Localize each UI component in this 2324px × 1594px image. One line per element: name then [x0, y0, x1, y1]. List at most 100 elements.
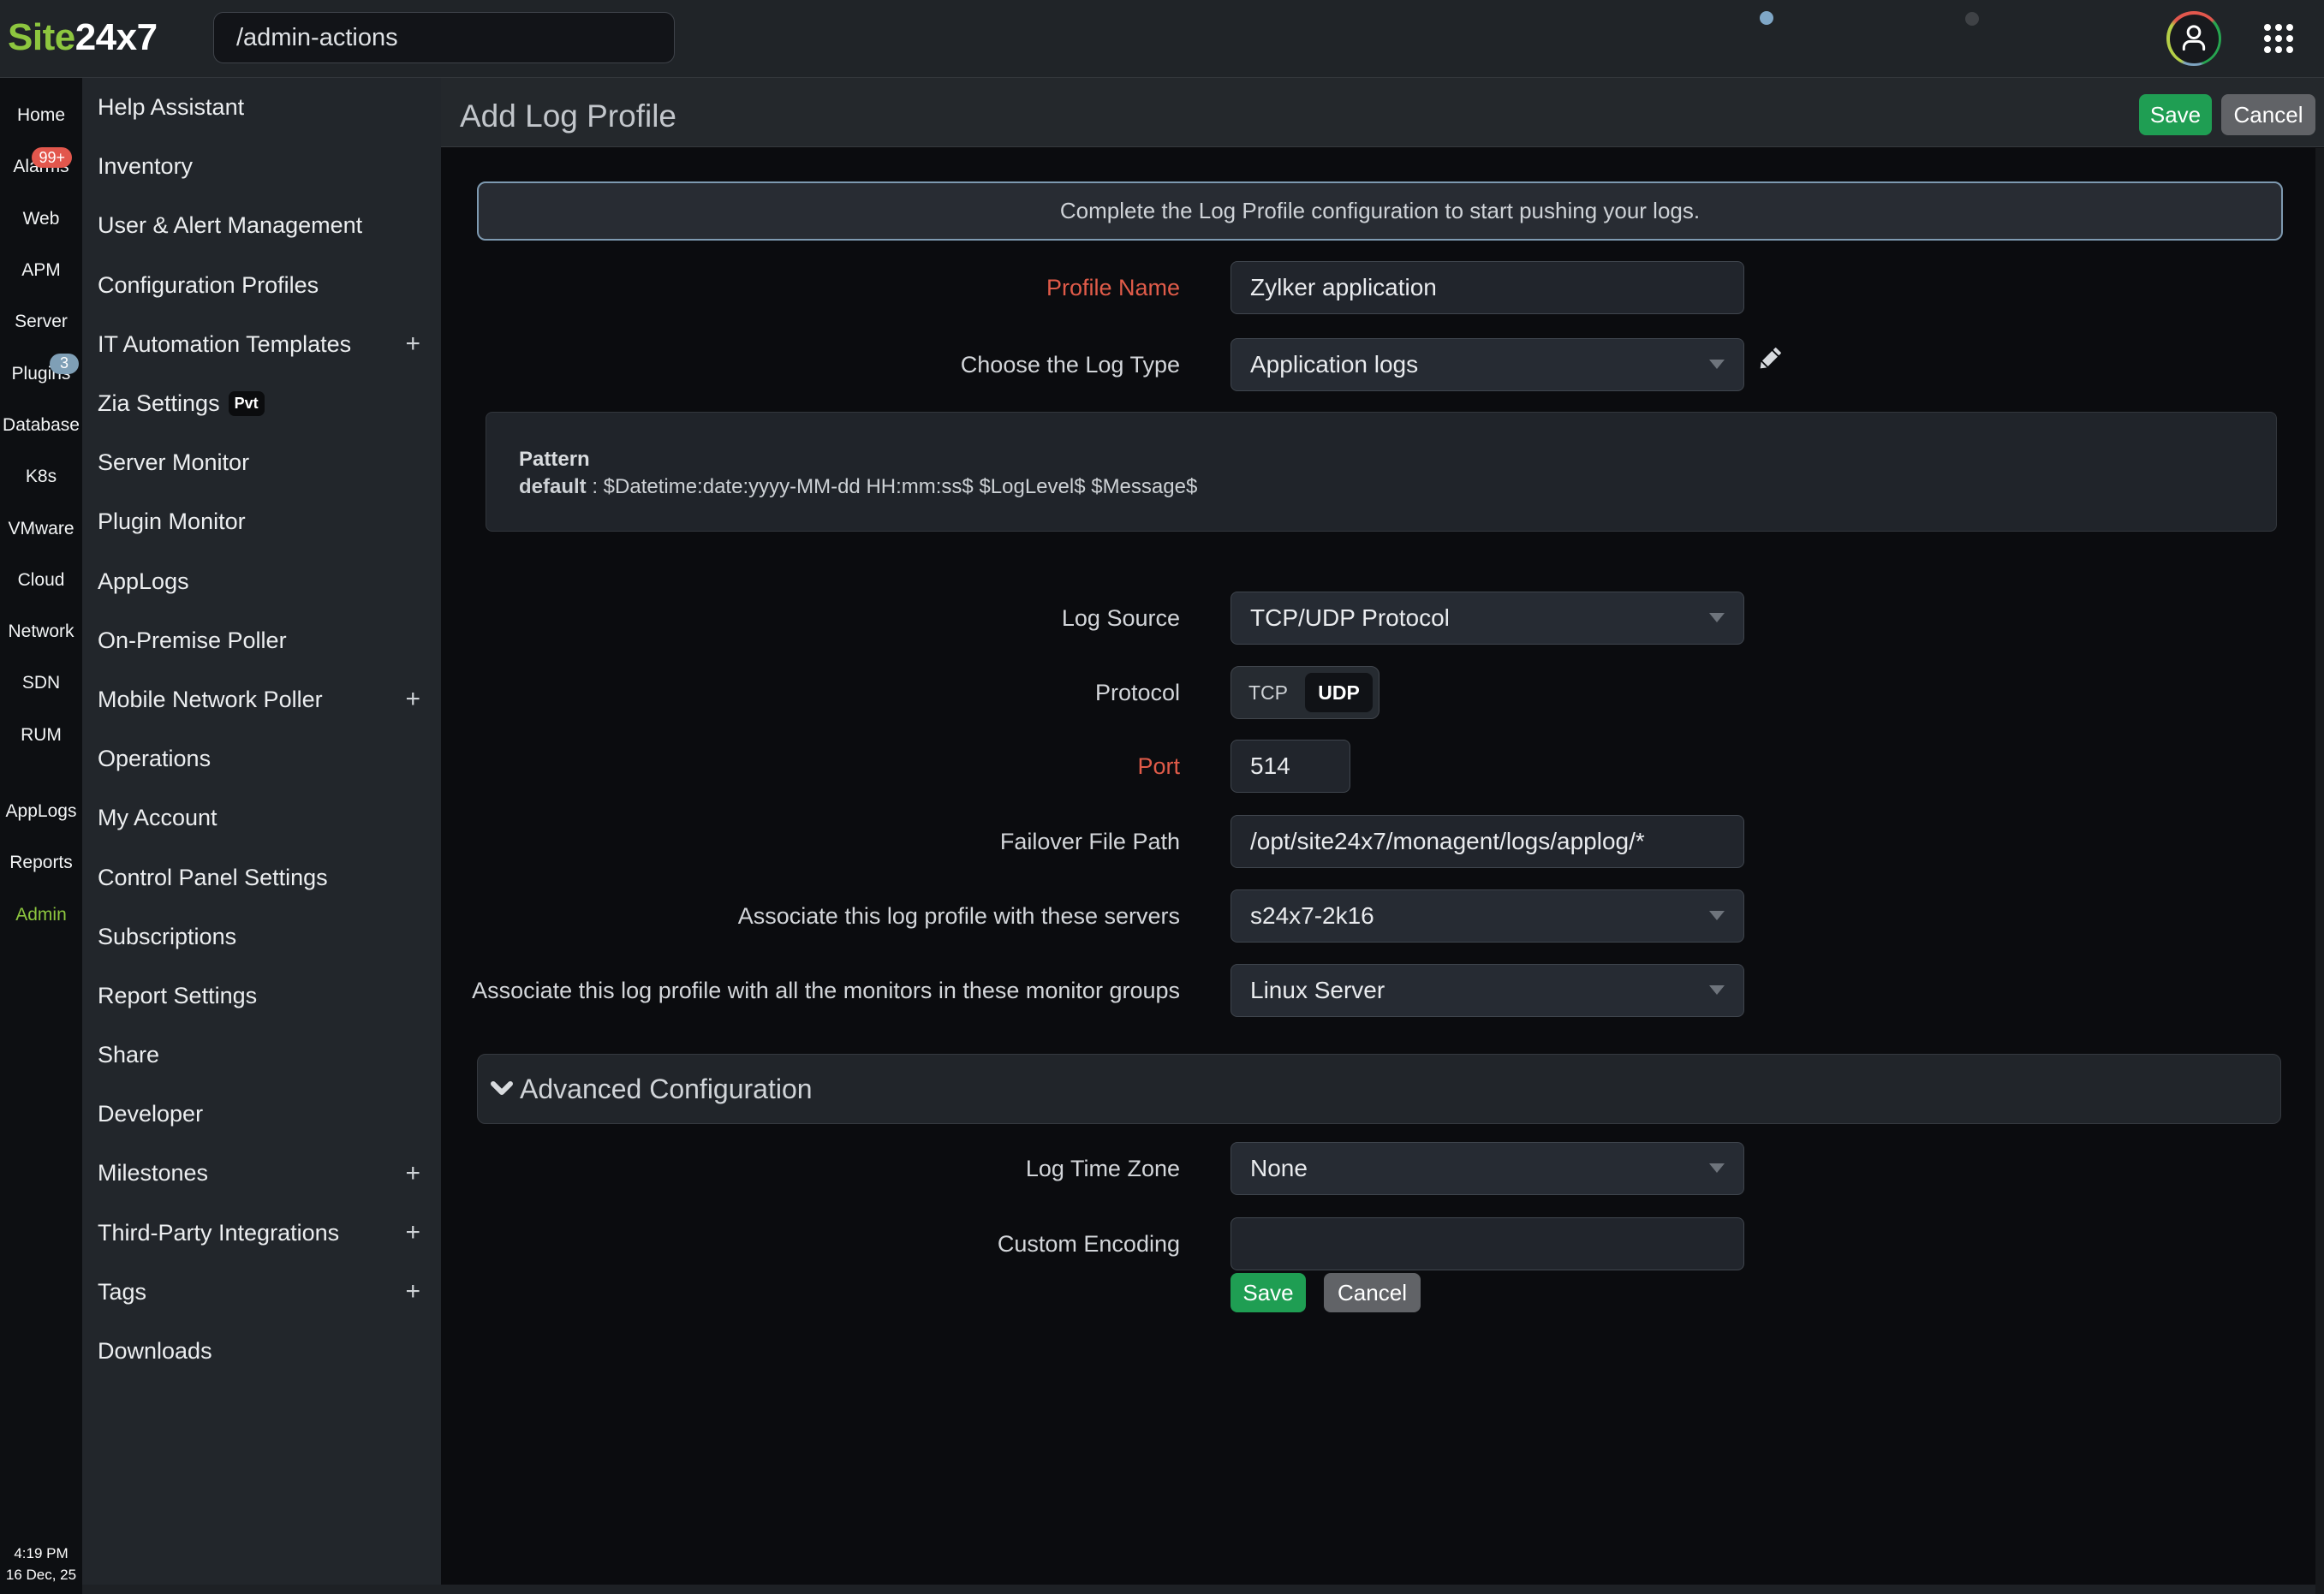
admin-menu-report-settings[interactable]: Report Settings — [82, 967, 441, 1026]
field-label-failover-file-path: Failover File Path — [1000, 815, 1180, 868]
primary-nav-label: Network — [8, 622, 74, 642]
primary-nav-reports[interactable]: Reports — [0, 837, 82, 889]
input-failover-file-path[interactable]: /opt/site24x7/monagent/logs/applog/* — [1231, 815, 1744, 868]
search-input[interactable]: /admin-actions — [213, 12, 675, 63]
info-banner-text: Complete the Log Profile configuration t… — [1060, 198, 1700, 224]
field-label-profile-name: Profile Name — [1046, 261, 1180, 314]
chevron-down-icon — [1709, 613, 1725, 622]
primary-nav-label: Web — [23, 209, 60, 229]
primary-nav-sdn[interactable]: SDN — [0, 657, 82, 709]
search-value: /admin-actions — [236, 24, 398, 52]
select-log-type[interactable]: Application logs — [1231, 338, 1744, 391]
primary-nav-web[interactable]: Web — [0, 193, 82, 245]
expand-plus-icon[interactable]: + — [405, 1218, 420, 1247]
cancel-button-top[interactable]: Cancel — [2221, 94, 2315, 135]
input-port[interactable]: 514 — [1231, 740, 1350, 793]
admin-menu-it-automation-templates[interactable]: IT Automation Templates + — [82, 315, 441, 374]
input-custom-encoding[interactable] — [1231, 1217, 1744, 1270]
input-profile-name[interactable]: Zylker application — [1231, 261, 1744, 314]
primary-nav-admin[interactable]: Admin — [0, 889, 82, 940]
admin-menu-label: Operations — [98, 746, 211, 772]
admin-menu-label: On-Premise Poller — [98, 627, 287, 654]
primary-nav-alarms[interactable]: Alarms99+ — [0, 141, 82, 193]
field-label-log-time-zone: Log Time Zone — [1026, 1142, 1180, 1195]
vertical-scrollbar[interactable] — [2315, 148, 2324, 1594]
expand-plus-icon[interactable]: + — [405, 330, 420, 359]
admin-menu-label: Zia Settings — [98, 390, 220, 417]
admin-menu-label: Developer — [98, 1101, 203, 1127]
primary-nav-applogs[interactable]: AppLogs — [0, 786, 82, 837]
admin-menu-milestones[interactable]: Milestones + — [82, 1144, 441, 1203]
admin-menu-downloads[interactable]: Downloads — [82, 1322, 441, 1381]
status-dot-gray — [1965, 12, 1979, 26]
horizontal-scrollbar[interactable] — [82, 1585, 2324, 1594]
admin-menu-developer[interactable]: Developer — [82, 1085, 441, 1144]
clock-time: 4:19 PM — [0, 1543, 82, 1564]
admin-menu-help-assistant[interactable]: Help Assistant — [82, 78, 441, 137]
admin-menu-label: Milestones — [98, 1160, 208, 1187]
select-log-time-zone[interactable]: None — [1231, 1142, 1744, 1195]
cancel-button-bottom[interactable]: Cancel — [1324, 1273, 1421, 1312]
expand-plus-icon[interactable]: + — [405, 1159, 420, 1188]
admin-menu-subscriptions[interactable]: Subscriptions — [82, 907, 441, 967]
admin-menu-label: AppLogs — [98, 568, 189, 595]
admin-menu-tags[interactable]: Tags+ — [82, 1263, 441, 1322]
admin-menu-applogs[interactable]: AppLogs — [82, 552, 441, 611]
admin-menu-label: User & Alert Management — [98, 212, 362, 239]
admin-menu-plugin-monitor[interactable]: Plugin Monitor — [82, 492, 441, 551]
primary-nav-rum[interactable]: RUM — [0, 710, 82, 761]
advanced-configuration-header[interactable]: Advanced Configuration — [477, 1054, 2281, 1124]
protocol-toggle: TCP UDP — [1231, 666, 1380, 719]
primary-nav-vmware[interactable]: VMware — [0, 503, 82, 554]
admin-menu-on-premise-poller[interactable]: On-Premise Poller — [82, 611, 441, 670]
field-label-monitor-groups: Associate this log profile with all the … — [472, 964, 1180, 1017]
admin-menu-user-alert-management[interactable]: User & Alert Management — [82, 196, 441, 255]
save-button-bottom[interactable]: Save — [1231, 1273, 1306, 1312]
select-monitor-groups[interactable]: Linux Server — [1231, 964, 1744, 1017]
expand-plus-icon[interactable]: + — [405, 685, 420, 714]
primary-nav-apm[interactable]: APM — [0, 245, 82, 296]
admin-menu-label: My Account — [98, 805, 218, 831]
chevron-down-icon — [1709, 360, 1725, 369]
protocol-option-tcp[interactable]: TCP — [1231, 667, 1305, 718]
select-log-source[interactable]: TCP/UDP Protocol — [1231, 592, 1744, 645]
primary-nav-plugins[interactable]: Plugins3 — [0, 348, 82, 399]
pattern-key: default — [519, 475, 587, 498]
chevron-down-icon — [491, 1080, 513, 1098]
admin-menu-zia-settings[interactable]: Zia SettingsPvt — [82, 374, 441, 433]
primary-nav-label: AppLogs — [6, 801, 77, 822]
admin-menu-my-account[interactable]: My Account — [82, 788, 441, 848]
admin-menu-operations[interactable]: Operations — [82, 729, 441, 788]
apps-grid-icon[interactable] — [2264, 24, 2295, 55]
admin-menu-inventory[interactable]: Inventory — [82, 137, 441, 196]
admin-menu-label: Share — [98, 1042, 159, 1068]
primary-nav-database[interactable]: Database — [0, 400, 82, 451]
admin-menu-configuration-profiles[interactable]: Configuration Profiles — [82, 256, 441, 315]
admin-menu-control-panel-settings[interactable]: Control Panel Settings — [82, 848, 441, 907]
field-value: Application logs — [1250, 351, 1418, 378]
protocol-option-udp[interactable]: UDP — [1305, 673, 1373, 712]
primary-nav-label: Reports — [9, 853, 73, 873]
chevron-down-icon — [1709, 985, 1725, 995]
primary-nav-k8s[interactable]: K8s — [0, 451, 82, 503]
primary-nav-home[interactable]: Home — [0, 90, 82, 141]
logo-green-part: Site — [8, 16, 75, 58]
expand-plus-icon[interactable]: + — [405, 1277, 420, 1306]
primary-nav-server[interactable]: Server — [0, 296, 82, 348]
primary-nav-cloud[interactable]: Cloud — [0, 555, 82, 606]
edit-pencil-icon[interactable] — [1756, 345, 1784, 372]
admin-menu-label: Mobile Network Poller — [98, 687, 323, 713]
page-title: Add Log Profile — [460, 78, 676, 147]
admin-menu-share[interactable]: Share — [82, 1026, 441, 1085]
primary-nav-network[interactable]: Network — [0, 606, 82, 657]
admin-menu-third-party-integrations[interactable]: Third-Party Integrations+ — [82, 1204, 441, 1263]
field-value: TCP/UDP Protocol — [1250, 604, 1450, 632]
admin-menu-label: IT Automation Templates — [98, 331, 351, 358]
save-button-top[interactable]: Save — [2139, 94, 2212, 135]
user-avatar[interactable] — [2166, 11, 2221, 66]
admin-menu-mobile-network-poller[interactable]: Mobile Network Poller + — [82, 670, 441, 729]
admin-menu-server-monitor[interactable]: Server Monitor — [82, 433, 441, 492]
site24x7-logo[interactable]: Site24x7 — [8, 16, 158, 59]
select-servers[interactable]: s24x7-2k16 — [1231, 889, 1744, 943]
primary-nav-label: RUM — [21, 725, 62, 746]
